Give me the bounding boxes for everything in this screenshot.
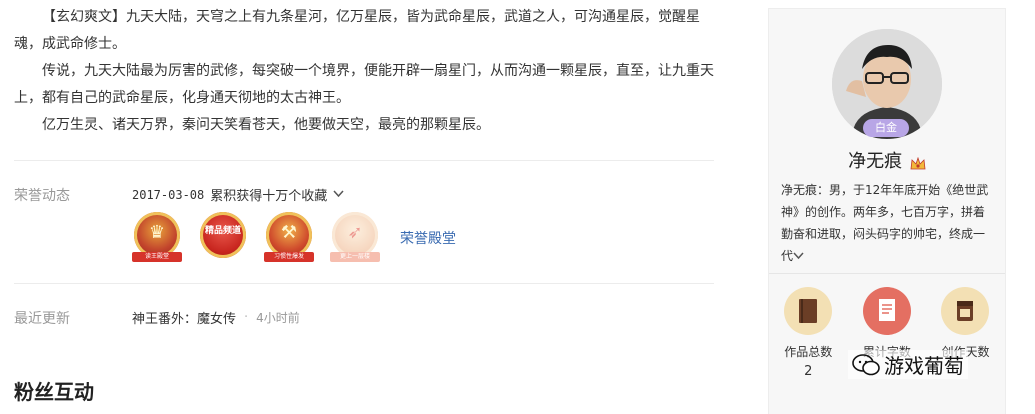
- stat-value: 2: [804, 364, 813, 379]
- honor-latest[interactable]: 2017-03-08 累积获得十万个收藏: [132, 185, 344, 204]
- honor-badges: ♛ 读王殿堂 精品频道 ⚒ 习惯性爆发 ➶ 更上一层楼 荣誉殿堂: [132, 212, 456, 264]
- rocket-icon[interactable]: ➶ 更上一层楼: [330, 212, 380, 264]
- honor-text: 累积获得十万个收藏: [210, 189, 328, 204]
- divider: [769, 273, 1005, 274]
- watermark-text: 游戏葡萄: [884, 354, 964, 378]
- book-icon: [784, 287, 833, 335]
- update-label: 最近更新: [14, 311, 70, 327]
- book-intro: 【玄幻爽文】九天大陆，天穹之上有九条星河，亿万星辰，皆为武命星辰，武道之人，可沟…: [14, 4, 726, 139]
- badge-caption: 读王殿堂: [132, 252, 182, 262]
- stat-label: 作品总数: [784, 345, 833, 359]
- wechat-icon: [852, 353, 880, 376]
- fans-section-title: 粉丝互动: [14, 380, 94, 404]
- latest-chapter-link[interactable]: 神王番外：魔女传: [132, 308, 236, 327]
- honor-hall-link[interactable]: 荣誉殿堂: [400, 228, 456, 248]
- vip-crown-icon: [910, 155, 926, 170]
- intro-paragraph-2: 传说，九天大陆最为厉害的武修，每突破一个境界，便能开辟一扇星门，从而沟通一颗星辰…: [14, 63, 714, 106]
- author-page: 【玄幻爽文】九天大陆，天穹之上有九条星河，亿万星辰，皆为武命星辰，武道之人，可沟…: [0, 0, 1035, 414]
- badge-caption: 更上一层楼: [330, 252, 380, 262]
- crown-icon[interactable]: ♛ 读王殿堂: [132, 212, 182, 264]
- author-level-badge: 白金: [863, 119, 909, 137]
- intro-paragraph-3: 亿万生灵、诸天万界，秦问天笑看苍天，他要做天空，最亮的那颗星辰。: [42, 117, 490, 133]
- watermark: 游戏葡萄: [848, 350, 968, 379]
- document-icon: [862, 287, 911, 335]
- hammer-icon[interactable]: ⚒ 习惯性爆发: [264, 212, 314, 264]
- update-time: 4小时前: [256, 311, 300, 325]
- author-name-row: 净无痕: [769, 147, 1005, 173]
- boutique-channel-icon[interactable]: 精品频道: [198, 212, 248, 264]
- author-bio: 净无痕：男，于12年年底开始《绝世武神》的创作。两年多，七百万字，拼着勤奋和进取…: [781, 179, 995, 267]
- genre-tag: 【玄幻爽文】: [42, 9, 126, 25]
- calendar-icon: [941, 287, 990, 335]
- badge-glyph: ♛: [148, 222, 166, 243]
- stat-works: 作品总数 2: [769, 287, 848, 379]
- badge-caption: 习惯性爆发: [264, 252, 314, 262]
- badge-glyph: ⚒: [280, 222, 298, 243]
- expand-bio-icon[interactable]: [793, 249, 804, 263]
- divider: [14, 283, 714, 284]
- latest-update: 神王番外：魔女传 · 4小时前: [132, 308, 300, 327]
- chevron-down-icon[interactable]: [333, 188, 344, 201]
- badge-glyph: ➶: [347, 222, 363, 243]
- honor-label: 荣誉动态: [14, 188, 70, 204]
- badge-caption: 精品频道: [204, 226, 241, 236]
- separator-dot: ·: [244, 310, 249, 325]
- honor-date: 2017-03-08: [132, 187, 205, 202]
- author-name[interactable]: 净无痕: [848, 151, 902, 172]
- divider: [14, 160, 714, 161]
- author-bio-text: 净无痕：男，于12年年底开始《绝世武神》的创作。两年多，七百万字，拼着勤奋和进取…: [781, 183, 989, 263]
- intro-paragraph-1: 【玄幻爽文】九天大陆，天穹之上有九条星河，亿万星辰，皆为武命星辰，武道之人，可沟…: [14, 4, 726, 58]
